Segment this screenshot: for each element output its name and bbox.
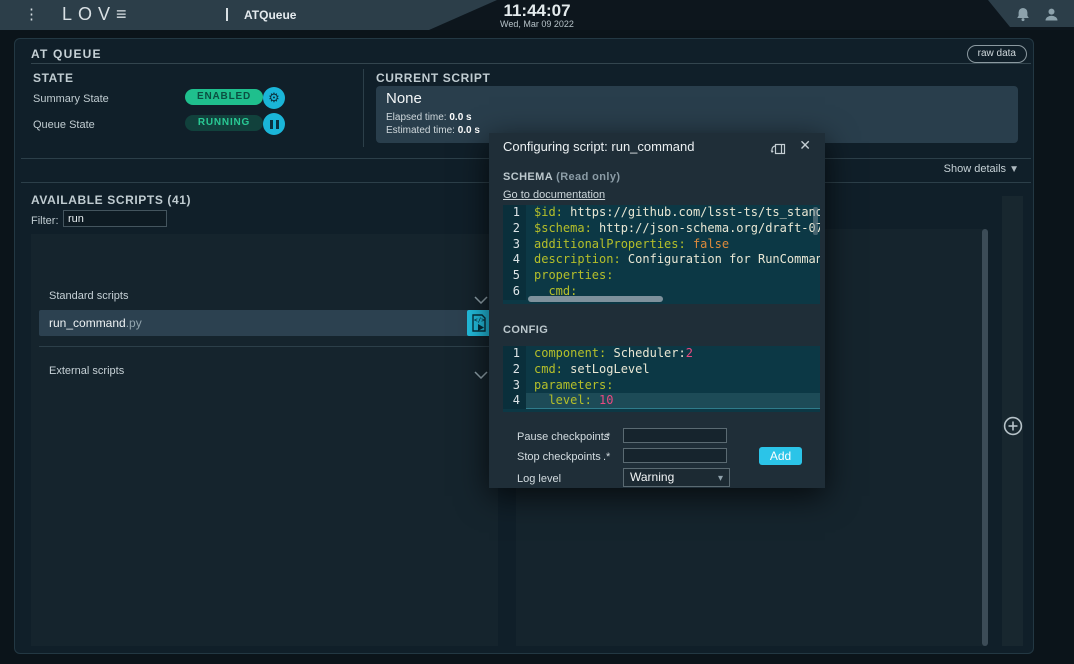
state-divider	[363, 69, 364, 147]
vertical-scrollbar[interactable]	[982, 229, 988, 646]
plus-circle-icon	[1003, 416, 1023, 436]
pause-checkpoints-hint: .*	[603, 431, 610, 443]
show-details-toggle[interactable]: Show details ▼	[944, 163, 1019, 175]
clock-date: Wed, Mar 09 2022	[0, 19, 1074, 29]
pause-checkpoints-label: Pause checkpoints	[517, 431, 609, 443]
user-account-icon[interactable]	[1044, 7, 1059, 27]
available-scripts-title: AVAILABLE SCRIPTS (41)	[31, 193, 191, 207]
script-launch-icon: </>	[471, 314, 487, 332]
queue-state-badge: RUNNING	[185, 115, 263, 131]
log-level-label: Log level	[517, 473, 561, 485]
available-scripts-list: Standard scripts run_command.py </> Exte…	[31, 234, 498, 646]
horizontal-scrollbar[interactable]	[528, 296, 663, 302]
current-script-title: CURRENT SCRIPT	[376, 71, 490, 85]
standard-scripts-accordion[interactable]: Standard scripts	[49, 290, 128, 302]
group-divider	[39, 346, 491, 347]
estimated-time: Estimated time: 0.0 s	[386, 125, 480, 136]
summary-state-badge: ENABLED	[185, 89, 263, 105]
gear-icon: ⚙	[268, 90, 280, 106]
script-row-run-command[interactable]: run_command.py </>	[39, 310, 491, 336]
stop-checkpoints-input[interactable]	[623, 448, 727, 463]
pause-icon	[270, 120, 279, 129]
code-line: 1$id: https://github.com/lsst-ts/ts_stan…	[503, 205, 820, 221]
code-line: 2cmd: setLogLevel	[503, 362, 820, 378]
schema-editor[interactable]: 1$id: https://github.com/lsst-ts/ts_stan…	[503, 205, 820, 304]
love-application: ⋮ LOV≡ ATQueue 11:44:07 Wed, Mar 09 2022…	[0, 0, 1074, 664]
add-script-button[interactable]	[1003, 416, 1023, 436]
summary-state-label: Summary State	[33, 93, 109, 105]
title-divider	[31, 63, 1031, 64]
detach-window-icon[interactable]	[770, 142, 787, 161]
code-line: 2$schema: http://json-schema.org/draft-0…	[503, 221, 820, 237]
documentation-link[interactable]: Go to documentation	[503, 189, 605, 201]
close-icon[interactable]: ✕	[799, 137, 811, 154]
script-name: run_command.py	[49, 310, 142, 336]
clock-time: 11:44:07	[0, 2, 1074, 19]
state-section-title: STATE	[33, 71, 74, 85]
top-bar: ⋮ LOV≡ ATQueue 11:44:07 Wed, Mar 09 2022	[0, 0, 1074, 30]
modal-title: Configuring script: run_command	[503, 139, 694, 154]
external-scripts-accordion[interactable]: External scripts	[49, 365, 124, 377]
current-script-name: None	[386, 90, 422, 107]
vertical-scrollbar[interactable]	[813, 207, 818, 235]
pause-queue-button[interactable]	[263, 113, 285, 135]
config-editor[interactable]: 1component: Scheduler:2 2cmd: setLogLeve…	[503, 346, 820, 412]
summary-state-settings-button[interactable]: ⚙	[263, 87, 285, 109]
filter-input[interactable]	[63, 210, 167, 227]
panel-title: AT QUEUE	[31, 47, 102, 61]
launch-script-button[interactable]: </>	[467, 310, 491, 336]
code-line: 3additionalProperties: false	[503, 237, 820, 253]
chevron-down-icon[interactable]	[474, 291, 488, 309]
code-line-active: 4 level: 10	[503, 393, 820, 409]
stop-checkpoints-hint: .*	[603, 451, 610, 463]
add-button[interactable]: Add	[759, 447, 802, 465]
queue-state-label: Queue State	[33, 119, 95, 131]
raw-data-button[interactable]: raw data	[967, 45, 1027, 63]
log-level-select[interactable]: Warning ▾	[623, 468, 730, 487]
chevron-down-icon[interactable]	[474, 366, 488, 384]
schema-heading: SCHEMA (Read only)	[503, 171, 620, 183]
config-heading: CONFIG	[503, 324, 548, 336]
stop-checkpoints-label: Stop checkpoints	[517, 451, 601, 463]
pause-checkpoints-input[interactable]	[623, 428, 727, 443]
code-line: 1component: Scheduler:2	[503, 346, 820, 362]
elapsed-time: Elapsed time: 0.0 s	[386, 112, 472, 123]
svg-text:</>: </>	[474, 317, 485, 324]
code-line: 3parameters:	[503, 378, 820, 394]
chevron-down-icon: ▾	[718, 470, 723, 487]
triangle-down-icon: ▼	[1009, 164, 1019, 175]
code-line: 4description: Configuration for RunComma…	[503, 252, 820, 268]
configure-script-modal: Configuring script: run_command ✕ SCHEMA…	[489, 133, 825, 488]
notifications-bell-icon[interactable]	[1016, 7, 1030, 27]
code-line: 5properties:	[503, 268, 820, 284]
clock: 11:44:07 Wed, Mar 09 2022	[0, 2, 1074, 29]
filter-label: Filter:	[31, 215, 59, 227]
